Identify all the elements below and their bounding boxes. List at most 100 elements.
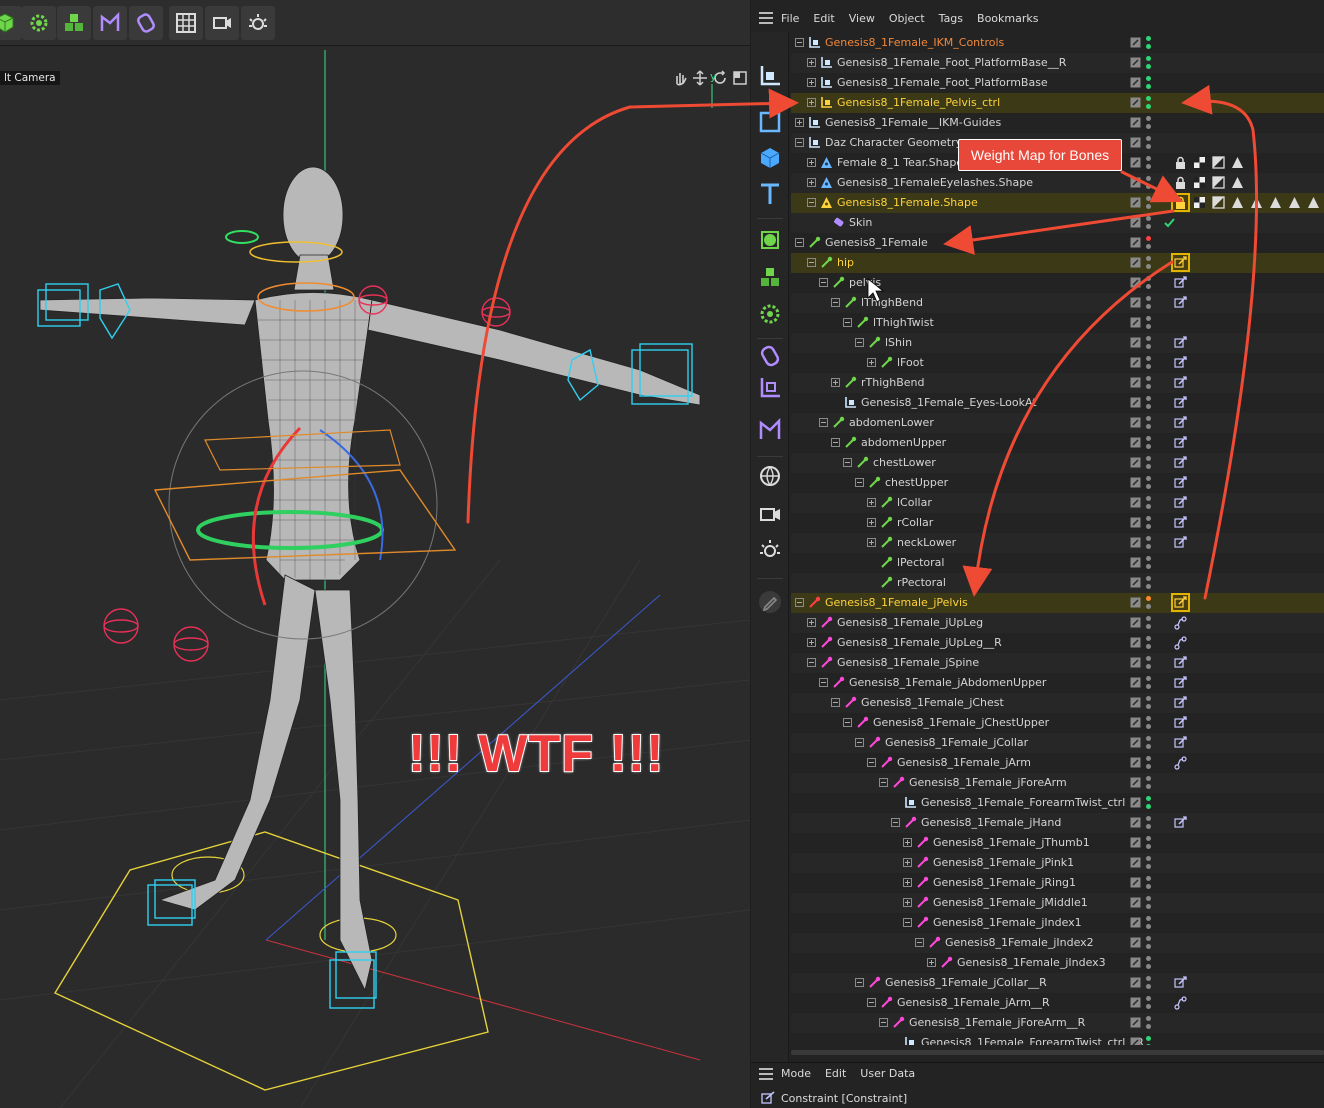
layer-toggle-icon[interactable] [1130, 897, 1141, 908]
layer-toggle-icon[interactable] [1130, 417, 1141, 428]
field-tool-button[interactable] [754, 340, 786, 372]
tree-row[interactable]: Genesis8_1Female_jIndex3 [791, 953, 1324, 973]
tree-row-label[interactable]: Genesis8_1Female_IKM_Controls [825, 36, 1004, 49]
editor-visibility-dot[interactable] [1146, 1036, 1151, 1041]
collapse-icon[interactable] [807, 658, 816, 667]
ik-icon[interactable] [1173, 615, 1188, 630]
render-visibility-dot[interactable] [1146, 344, 1151, 349]
tree-row[interactable]: Genesis8_1Female_jArm__R [791, 993, 1324, 1013]
render-visibility-dot[interactable] [1146, 144, 1151, 149]
render-visibility-dot[interactable] [1146, 364, 1151, 369]
hamburger-menu-button[interactable] [751, 6, 781, 30]
expand-icon[interactable] [795, 118, 804, 127]
editor-visibility-dot[interactable] [1146, 176, 1151, 181]
tree-row-label[interactable]: Genesis8_1Female_jUpLeg [837, 616, 983, 629]
expand-icon[interactable] [867, 538, 876, 547]
tree-row-label[interactable]: lThighTwist [873, 316, 934, 329]
tree-row-label[interactable]: neckLower [897, 536, 956, 549]
collapse-icon[interactable] [795, 598, 804, 607]
tree-row[interactable]: Genesis8_1Female_jSpine [791, 653, 1324, 673]
collapse-icon[interactable] [831, 698, 840, 707]
editor-visibility-dot[interactable] [1146, 56, 1151, 61]
tree-row[interactable]: Genesis8_1Female_jForeArm [791, 773, 1324, 793]
deformer-button[interactable] [93, 6, 127, 40]
render-visibility-dot[interactable] [1146, 844, 1151, 849]
tree-row-label[interactable]: Daz Character Geometry [825, 136, 962, 149]
layer-toggle-icon[interactable] [1130, 557, 1141, 568]
layer-toggle-icon[interactable] [1130, 957, 1141, 968]
render-visibility-dot[interactable] [1146, 704, 1151, 709]
tree-row[interactable]: Genesis8_1Female_jHand [791, 813, 1324, 833]
text-tool-button[interactable] [754, 178, 786, 210]
collapse-icon[interactable] [819, 418, 828, 427]
constraint-icon[interactable] [1173, 415, 1188, 430]
expand-icon[interactable] [867, 358, 876, 367]
editor-visibility-dot[interactable] [1146, 216, 1151, 221]
tree-row-label[interactable]: Genesis8_1Female_jRing1 [933, 876, 1076, 889]
attributes-hamburger-button[interactable] [751, 1063, 781, 1085]
expand-icon[interactable] [867, 498, 876, 507]
constraint-icon[interactable] [1173, 375, 1188, 390]
phong-icon[interactable] [1211, 195, 1226, 210]
tree-row[interactable]: chestLower [791, 453, 1324, 473]
layer-toggle-icon[interactable] [1130, 57, 1141, 68]
tree-row-label[interactable]: abdomenUpper [861, 436, 946, 449]
editor-visibility-dot[interactable] [1146, 756, 1151, 761]
render-visibility-dot[interactable] [1146, 984, 1151, 989]
layer-toggle-icon[interactable] [1130, 257, 1141, 268]
collapse-icon[interactable] [855, 338, 864, 347]
tree-row[interactable]: Genesis8_1Female_jIndex2 [791, 933, 1324, 953]
checker-icon[interactable] [1192, 195, 1207, 210]
editor-visibility-dot[interactable] [1146, 536, 1151, 541]
lock-icon[interactable] [1173, 155, 1188, 170]
editor-visibility-dot[interactable] [1146, 256, 1151, 261]
render-visibility-dot[interactable] [1146, 884, 1151, 889]
editor-visibility-dot[interactable] [1146, 916, 1151, 921]
editor-visibility-dot[interactable] [1146, 696, 1151, 701]
triangle-icon[interactable] [1287, 195, 1302, 210]
attr-menu-mode[interactable]: Mode [781, 1067, 811, 1080]
editor-visibility-dot[interactable] [1146, 776, 1151, 781]
pen-tool-button[interactable] [754, 586, 786, 618]
collapse-icon[interactable] [819, 678, 828, 687]
tree-row[interactable]: lPectoral [791, 553, 1324, 573]
camera-tool-button[interactable] [754, 498, 786, 530]
editor-visibility-dot[interactable] [1146, 896, 1151, 901]
constraint-icon[interactable] [1173, 535, 1188, 550]
layer-toggle-icon[interactable] [1130, 997, 1141, 1008]
weight-lock-icon[interactable] [1171, 193, 1190, 212]
tree-row[interactable]: Genesis8_1Female.Shape [791, 193, 1324, 213]
constraint-icon[interactable] [1173, 675, 1188, 690]
layer-toggle-icon[interactable] [1130, 757, 1141, 768]
layer-toggle-icon[interactable] [1130, 357, 1141, 368]
menu-bookmarks[interactable]: Bookmarks [977, 12, 1038, 25]
phong-icon[interactable] [1211, 155, 1226, 170]
phong-icon[interactable] [1211, 175, 1226, 190]
menu-object[interactable]: Object [889, 12, 925, 25]
tree-row[interactable]: Genesis8_1Female_jCollar__R [791, 973, 1324, 993]
expand-icon[interactable] [903, 898, 912, 907]
menu-edit[interactable]: Edit [813, 12, 834, 25]
editor-visibility-dot[interactable] [1146, 556, 1151, 561]
tree-row-label[interactable]: Genesis8_1Female_jCollar__R [885, 976, 1047, 989]
tree-row-label[interactable]: Genesis8_1Female_jMiddle1 [933, 896, 1088, 909]
constraint-icon[interactable] [1173, 695, 1188, 710]
collapse-icon[interactable] [879, 1018, 888, 1027]
layer-toggle-icon[interactable] [1130, 137, 1141, 148]
tree-row[interactable]: Genesis8_1Female_jForeArm__R [791, 1013, 1324, 1033]
cube-button[interactable] [0, 6, 22, 40]
primitive-tool-button[interactable] [754, 142, 786, 174]
render-visibility-dot[interactable] [1146, 404, 1151, 409]
editor-visibility-dot[interactable] [1146, 796, 1151, 801]
editor-visibility-dot[interactable] [1146, 276, 1151, 281]
collapse-icon[interactable] [807, 198, 816, 207]
tree-row-label[interactable]: lFoot [897, 356, 924, 369]
collapse-icon[interactable] [879, 778, 888, 787]
generator-button[interactable] [22, 6, 56, 40]
coordinate-tool-button[interactable] [754, 372, 786, 404]
editor-visibility-dot[interactable] [1146, 96, 1151, 101]
tree-row-label[interactable]: chestUpper [885, 476, 948, 489]
collapse-icon[interactable] [867, 998, 876, 1007]
render-visibility-dot[interactable] [1146, 764, 1151, 769]
layer-toggle-icon[interactable] [1130, 217, 1141, 228]
